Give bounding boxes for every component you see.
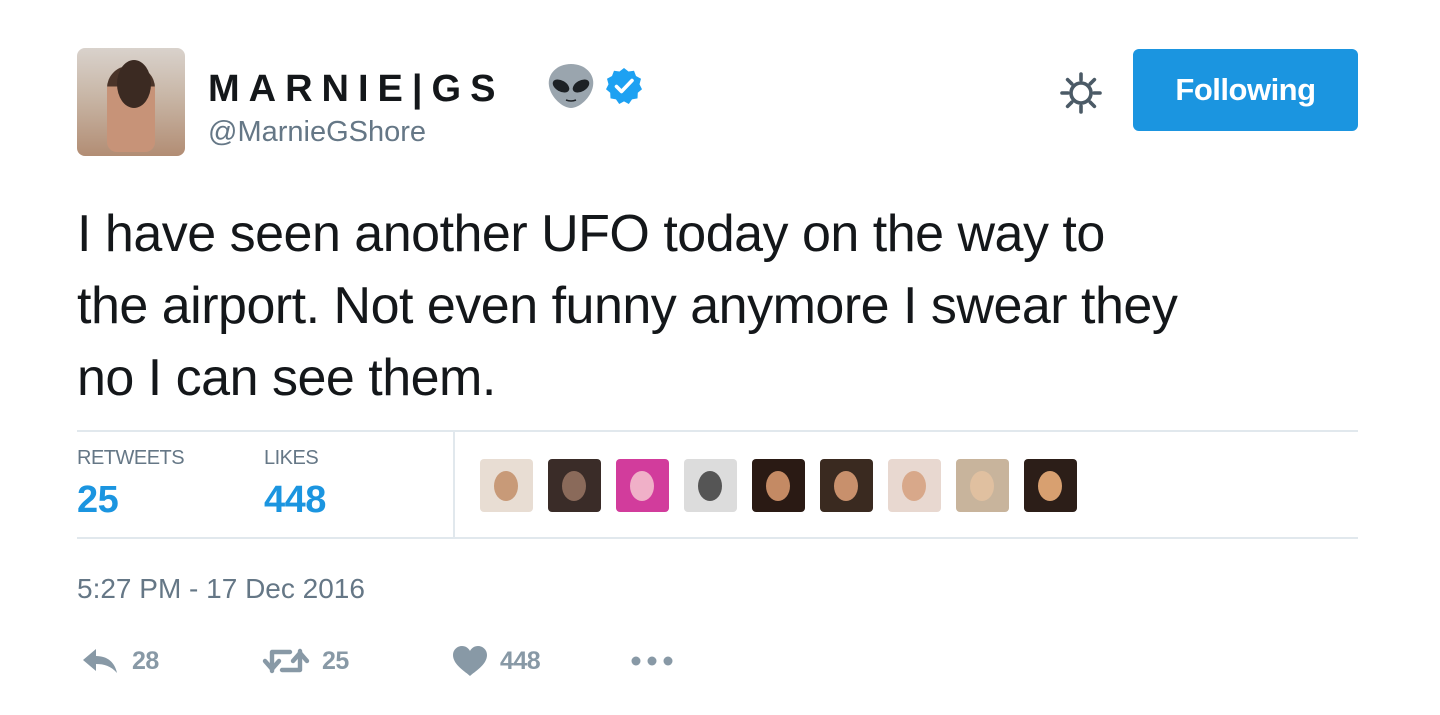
liker-face	[630, 471, 654, 501]
alien-emoji-icon	[548, 64, 594, 108]
more-dots-icon[interactable]	[628, 652, 676, 670]
stats-separator	[453, 432, 455, 538]
liker-face	[698, 471, 722, 501]
liker-avatars	[480, 459, 1077, 512]
retweets-count[interactable]: 25	[77, 480, 119, 520]
stats-bottom-divider	[77, 537, 1358, 539]
reply-icon	[83, 649, 117, 673]
following-button[interactable]: Following	[1133, 49, 1358, 131]
display-name[interactable]: MARNIE|GS	[208, 70, 504, 108]
tweet-text-line: I have seen another UFO today on the way…	[77, 205, 1105, 263]
verified-badge-icon	[606, 68, 642, 104]
retweet-icon	[262, 648, 310, 674]
liker-face	[1038, 471, 1062, 501]
liker-face	[494, 471, 518, 501]
liker-face	[834, 471, 858, 501]
liker-avatar[interactable]	[616, 459, 669, 512]
liker-avatar[interactable]	[752, 459, 805, 512]
like-button[interactable]: 448	[452, 640, 541, 682]
liker-face	[766, 471, 790, 501]
liker-face	[970, 471, 994, 501]
retweets-label[interactable]: RETWEETS	[77, 447, 185, 469]
liker-avatar[interactable]	[1024, 459, 1077, 512]
tweet-text: I have seen another UFO today on the way…	[77, 198, 1377, 414]
liker-avatar[interactable]	[480, 459, 533, 512]
gear-icon[interactable]	[1058, 70, 1104, 116]
tweet-text-line: no I can see them.	[77, 349, 496, 407]
liker-avatar[interactable]	[956, 459, 1009, 512]
heart-icon	[453, 646, 487, 676]
avatar-hair	[117, 60, 151, 108]
liker-avatar[interactable]	[684, 459, 737, 512]
liker-avatar[interactable]	[888, 459, 941, 512]
like-count: 448	[500, 646, 541, 675]
handle[interactable]: @MarnieGShore	[208, 116, 426, 148]
reply-button[interactable]: 28	[80, 640, 159, 682]
timestamp[interactable]: 5:27 PM - 17 Dec 2016	[77, 573, 365, 605]
likes-count[interactable]: 448	[264, 480, 326, 520]
avatar[interactable]	[77, 48, 185, 156]
liker-avatar[interactable]	[820, 459, 873, 512]
reply-count: 28	[132, 646, 159, 675]
tweet-card: MARNIE|GS @MarnieGShore Following I have…	[0, 0, 1440, 715]
retweet-count: 25	[322, 646, 349, 675]
liker-avatar[interactable]	[548, 459, 601, 512]
liker-face	[902, 471, 926, 501]
liker-face	[562, 471, 586, 501]
tweet-text-line: the airport. Not even funny anymore I sw…	[77, 277, 1178, 335]
retweet-button[interactable]: 25	[262, 640, 349, 682]
stats-top-divider	[77, 430, 1358, 432]
likes-label[interactable]: LIKES	[264, 447, 319, 469]
